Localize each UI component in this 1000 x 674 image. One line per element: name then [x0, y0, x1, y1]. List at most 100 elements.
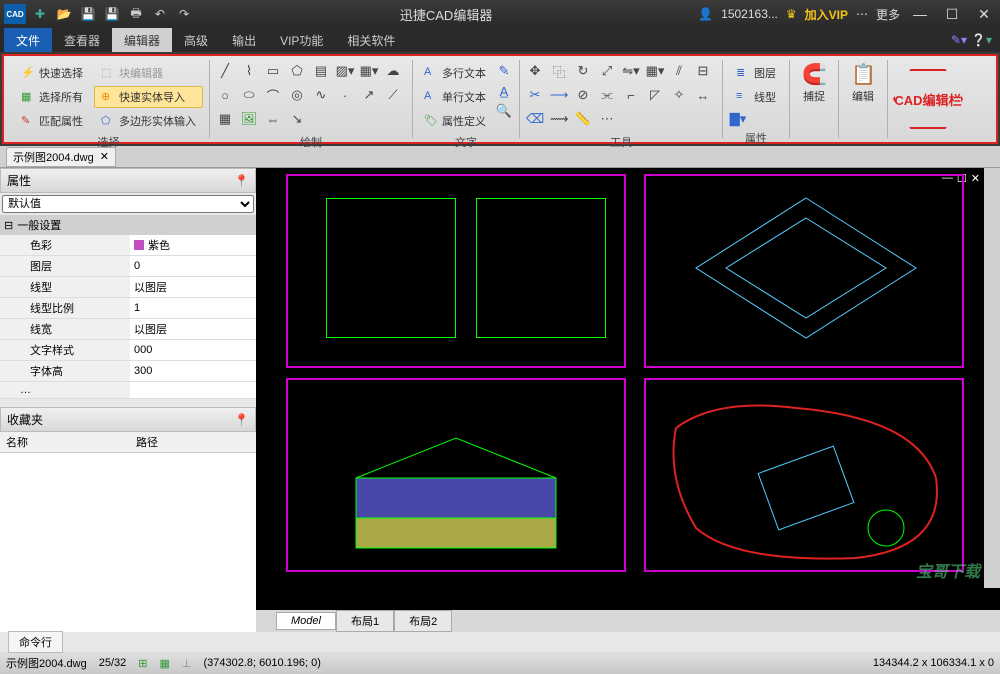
pin-icon[interactable]: 📍: [234, 413, 249, 427]
mtext-button[interactable]: A多行文本: [419, 62, 491, 84]
extend-icon[interactable]: ⟶: [550, 86, 568, 104]
menu-vip[interactable]: VIP功能: [268, 28, 335, 52]
poly-input-button[interactable]: ⬠多边形实体输入: [94, 110, 203, 132]
menu-advanced[interactable]: 高级: [172, 28, 220, 52]
status-file: 示例图2004.dwg: [6, 655, 87, 671]
pin-icon[interactable]: 📍: [234, 174, 249, 188]
block-editor-button[interactable]: ⬚块编辑器: [94, 62, 203, 84]
pedit-icon[interactable]: ⟿: [550, 110, 568, 128]
image-icon[interactable]: 🖼: [240, 110, 258, 128]
array-icon[interactable]: ▦▾: [646, 62, 664, 80]
default-select[interactable]: 默认值: [2, 195, 254, 213]
block-icon[interactable]: ▦▾: [360, 62, 378, 80]
status-snap-icon[interactable]: ⊞: [138, 657, 147, 670]
app-icon[interactable]: CAD: [4, 4, 26, 24]
status-grid-icon[interactable]: ▦: [159, 657, 169, 670]
close-tab-icon[interactable]: ✕: [100, 150, 109, 163]
layout1-tab[interactable]: 布局1: [336, 610, 394, 632]
move-icon[interactable]: ✥: [526, 62, 544, 80]
select-all-button[interactable]: ▦选择所有: [14, 86, 90, 108]
leader-icon[interactable]: ↘: [288, 110, 306, 128]
document-tab[interactable]: 示例图2004.dwg ✕: [6, 147, 116, 167]
snap-button[interactable]: 🧲 捕捉: [796, 62, 832, 104]
properties-section[interactable]: ⊟ 一般设置: [0, 215, 256, 235]
help-icon[interactable]: ❔▾: [971, 33, 992, 47]
cloud-icon[interactable]: ☁: [384, 62, 402, 80]
hatch-icon[interactable]: ▨▾: [336, 62, 354, 80]
vertical-scrollbar[interactable]: [984, 168, 1000, 588]
layout2-tab[interactable]: 布局2: [394, 610, 452, 632]
text-button[interactable]: A单行文本: [419, 86, 491, 108]
maximize-button[interactable]: ☐: [940, 4, 964, 24]
rect-icon[interactable]: ▭: [264, 62, 282, 80]
xline-icon[interactable]: ⟋: [384, 86, 402, 104]
copy-icon[interactable]: ⿻: [550, 62, 568, 80]
offset-icon[interactable]: ⫽: [670, 62, 688, 80]
user-icon[interactable]: 👤: [698, 7, 713, 21]
region-icon[interactable]: ▤: [312, 62, 330, 80]
text-style-icon[interactable]: A̲: [495, 82, 513, 100]
menu-file[interactable]: 文件: [4, 28, 52, 52]
saveas-icon[interactable]: 💾: [102, 4, 122, 24]
explode-icon[interactable]: ✧: [670, 86, 688, 104]
edit-button[interactable]: 📋 编辑: [845, 62, 881, 104]
open-icon[interactable]: 📂: [54, 4, 74, 24]
donut-icon[interactable]: ◎: [288, 86, 306, 104]
circle-icon[interactable]: ○: [216, 86, 234, 104]
layer-button[interactable]: ≣图层: [729, 62, 783, 84]
ellipse-icon[interactable]: ⬭: [240, 86, 258, 104]
minimize-button[interactable]: —: [908, 4, 932, 24]
undo-icon[interactable]: ↶: [150, 4, 170, 24]
polyline-icon[interactable]: ⌇: [240, 62, 258, 80]
align-icon[interactable]: ⊟: [694, 62, 712, 80]
table-icon[interactable]: ▦: [216, 110, 234, 128]
cmdline-button[interactable]: 命令行: [8, 631, 63, 653]
menu-related[interactable]: 相关软件: [335, 28, 407, 52]
close-button[interactable]: ✕: [972, 4, 996, 24]
brush-icon[interactable]: ✎▾: [951, 33, 967, 47]
status-ortho-icon[interactable]: ⊥: [182, 657, 192, 670]
model-tab[interactable]: Model: [276, 612, 336, 630]
drawing-canvas[interactable]: — ☐ ✕: [256, 168, 1000, 610]
rotate-icon[interactable]: ↻: [574, 62, 592, 80]
chamfer-icon[interactable]: ◸: [646, 86, 664, 104]
menu-viewer[interactable]: 查看器: [52, 28, 112, 52]
join-icon[interactable]: ⫘: [598, 86, 616, 104]
ray-icon[interactable]: ↗: [360, 86, 378, 104]
polygon-icon[interactable]: ⬠: [288, 62, 306, 80]
match-props-button[interactable]: ✎匹配属性: [14, 110, 90, 132]
spline-icon[interactable]: ∿: [312, 86, 330, 104]
menu-output[interactable]: 输出: [220, 28, 268, 52]
divide-icon[interactable]: ⋯: [598, 110, 616, 128]
quick-select-button[interactable]: ⚡快速选择: [14, 62, 90, 84]
quick-import-button[interactable]: ⊕快速实体导入: [94, 86, 203, 108]
trim-icon[interactable]: ✂: [526, 86, 544, 104]
more-icon[interactable]: ⋯: [856, 7, 868, 21]
vip-button[interactable]: 加入VIP: [805, 6, 848, 23]
text-edit-icon[interactable]: ✎: [495, 62, 513, 80]
erase-icon[interactable]: ⌫: [526, 110, 544, 128]
scale-icon[interactable]: ⤢: [598, 62, 616, 80]
redo-icon[interactable]: ↷: [174, 4, 194, 24]
save-icon[interactable]: 💾: [78, 4, 98, 24]
point-icon[interactable]: ·: [336, 86, 354, 104]
text-find-icon[interactable]: 🔍: [495, 102, 513, 120]
linetype-button[interactable]: ≡线型: [729, 86, 783, 108]
arc-icon[interactable]: ⌒: [264, 86, 282, 104]
canvas-close-icon[interactable]: ✕: [971, 172, 980, 185]
mirror-icon[interactable]: ⇋▾: [622, 62, 640, 80]
color-icon[interactable]: ▇▾: [729, 110, 747, 128]
measure-icon[interactable]: 📏: [574, 110, 592, 128]
break-icon[interactable]: ⊘: [574, 86, 592, 104]
print-icon[interactable]: 🖶: [126, 4, 146, 24]
canvas-area: — ☐ ✕: [256, 168, 1000, 632]
attrdef-button[interactable]: 🏷属性定义: [419, 110, 491, 132]
menu-editor[interactable]: 编辑器: [112, 28, 172, 52]
line-icon[interactable]: ╱: [216, 62, 234, 80]
stretch-icon[interactable]: ↔: [694, 86, 712, 104]
collapse-icon[interactable]: ⊟: [4, 219, 13, 232]
dim-icon[interactable]: ⇔: [264, 110, 282, 128]
fillet-icon[interactable]: ⌐: [622, 86, 640, 104]
new-icon[interactable]: ✚: [30, 4, 50, 24]
more-label[interactable]: 更多: [876, 6, 900, 23]
